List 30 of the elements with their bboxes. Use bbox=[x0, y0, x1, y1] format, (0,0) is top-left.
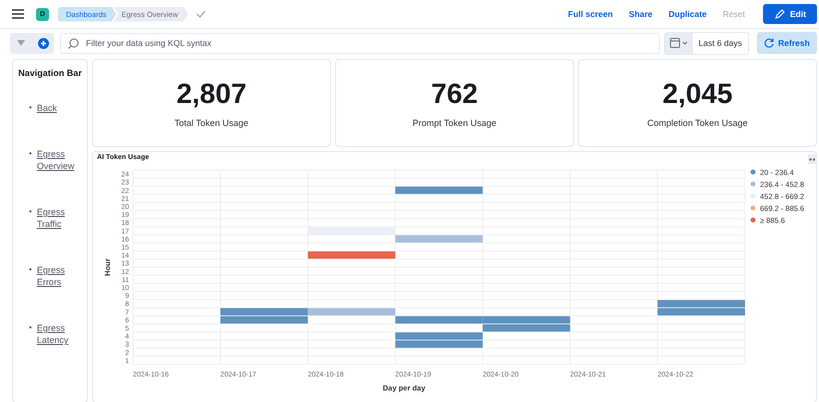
metric-value: 2,045 bbox=[662, 78, 733, 110]
bullet: • bbox=[29, 206, 32, 218]
bullet: • bbox=[29, 322, 32, 334]
refresh-button[interactable]: Refresh bbox=[757, 32, 817, 54]
more-icon[interactable] bbox=[808, 154, 816, 164]
bullet: • bbox=[29, 148, 32, 160]
bullet: • bbox=[29, 102, 32, 114]
search-field[interactable]: Filter your data using KQL syntax bbox=[60, 32, 660, 54]
header-link[interactable]: Full screen bbox=[564, 9, 617, 19]
bullet: • bbox=[29, 264, 32, 276]
search-icon bbox=[68, 38, 79, 48]
metric-value: 762 bbox=[431, 78, 478, 110]
menu-icon[interactable] bbox=[12, 9, 24, 19]
nav-link[interactable]: Egress Latency bbox=[36, 322, 77, 346]
nav-link[interactable]: Egress Errors bbox=[36, 264, 77, 288]
check-icon bbox=[196, 10, 206, 18]
nav-link[interactable]: Back bbox=[36, 102, 77, 114]
header-link[interactable]: Share bbox=[624, 9, 657, 19]
panel-title: Navigation Bar bbox=[17, 68, 83, 78]
metric-label: Prompt Token Usage bbox=[412, 118, 496, 128]
edit-button[interactable]: Edit bbox=[763, 4, 817, 24]
pencil-icon bbox=[774, 8, 785, 20]
metric-value: 2,807 bbox=[176, 78, 247, 110]
nav-link[interactable]: Egress Overview bbox=[36, 148, 77, 172]
header-link[interactable]: Duplicate bbox=[664, 9, 711, 19]
nav-link[interactable]: Egress Traffic bbox=[36, 206, 77, 230]
metric-label: Total Token Usage bbox=[174, 118, 248, 128]
metric-label: Completion Token Usage bbox=[647, 118, 748, 128]
refresh-icon bbox=[764, 38, 774, 48]
calendar-icon[interactable] bbox=[664, 32, 693, 54]
